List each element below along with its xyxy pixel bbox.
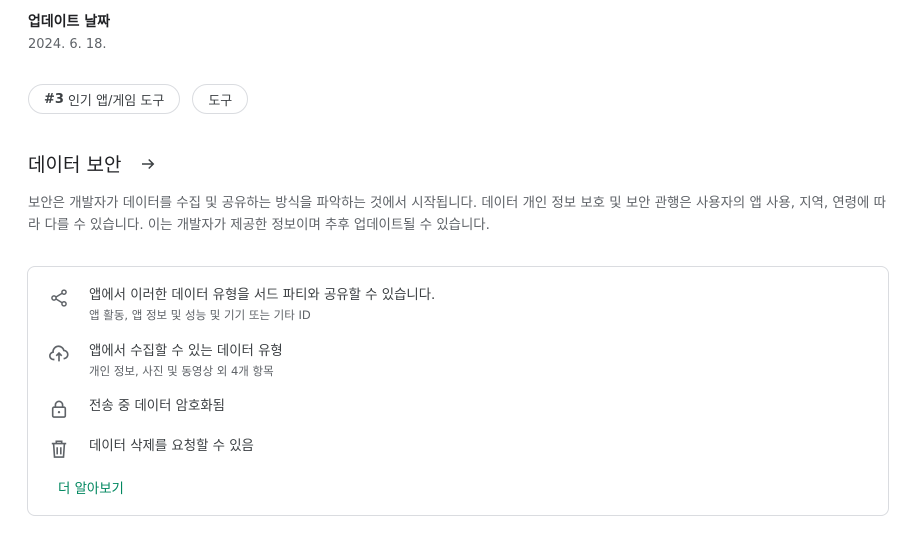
cloud-upload-icon	[48, 343, 70, 365]
chip-tools[interactable]: 도구	[192, 84, 249, 114]
update-title: 업데이트 날짜	[28, 14, 111, 30]
chip-rank: #3	[44, 91, 64, 107]
item-title: 전송 중 데이터 암호화됨	[89, 399, 225, 414]
list-item: 앱에서 수집할 수 있는 데이터 유형 개인 정보, 사진 및 동영상 외 4개…	[48, 343, 283, 379]
category-chips: #3 인기 앱/게임 도구 도구	[28, 84, 249, 114]
lock-icon	[48, 398, 70, 420]
item-title: 앱에서 이러한 데이터 유형을 서드 파티와 공유할 수 있습니다.	[89, 288, 436, 303]
list-item: 앱에서 이러한 데이터 유형을 서드 파티와 공유할 수 있습니다. 앱 활동,…	[48, 287, 435, 323]
learn-more-link[interactable]: 더 알아보기	[58, 477, 124, 497]
arrow-right-icon[interactable]	[139, 155, 157, 173]
list-item: 전송 중 데이터 암호화됨	[48, 398, 225, 420]
item-subtitle: 앱 활동, 앱 정보 및 성능 및 기기 또는 기타 ID	[89, 308, 311, 322]
item-title: 앱에서 수집할 수 있는 데이터 유형	[89, 344, 283, 359]
data-safety-description: 보안은 개발자가 데이터를 수집 및 공유하는 방식을 파악하는 것에서 시작됩…	[28, 196, 886, 233]
data-safety-card: 앱에서 이러한 데이터 유형을 서드 파티와 공유할 수 있습니다. 앱 활동,…	[27, 266, 889, 516]
chip-top-tools[interactable]: #3 인기 앱/게임 도구	[28, 84, 181, 114]
chip-label: 인기 앱/게임 도구	[67, 93, 165, 109]
share-icon	[48, 287, 70, 309]
update-date: 2024. 6. 18.	[28, 37, 107, 52]
section-title: 데이터 보안	[28, 154, 122, 176]
data-safety-header[interactable]: 데이터 보안	[28, 150, 157, 177]
list-item: 데이터 삭제를 요청할 수 있음	[48, 438, 254, 460]
chip-label: 도구	[208, 93, 233, 109]
trash-icon	[48, 438, 70, 460]
item-title: 데이터 삭제를 요청할 수 있음	[89, 439, 254, 454]
item-subtitle: 개인 정보, 사진 및 동영상 외 4개 항목	[89, 364, 274, 378]
